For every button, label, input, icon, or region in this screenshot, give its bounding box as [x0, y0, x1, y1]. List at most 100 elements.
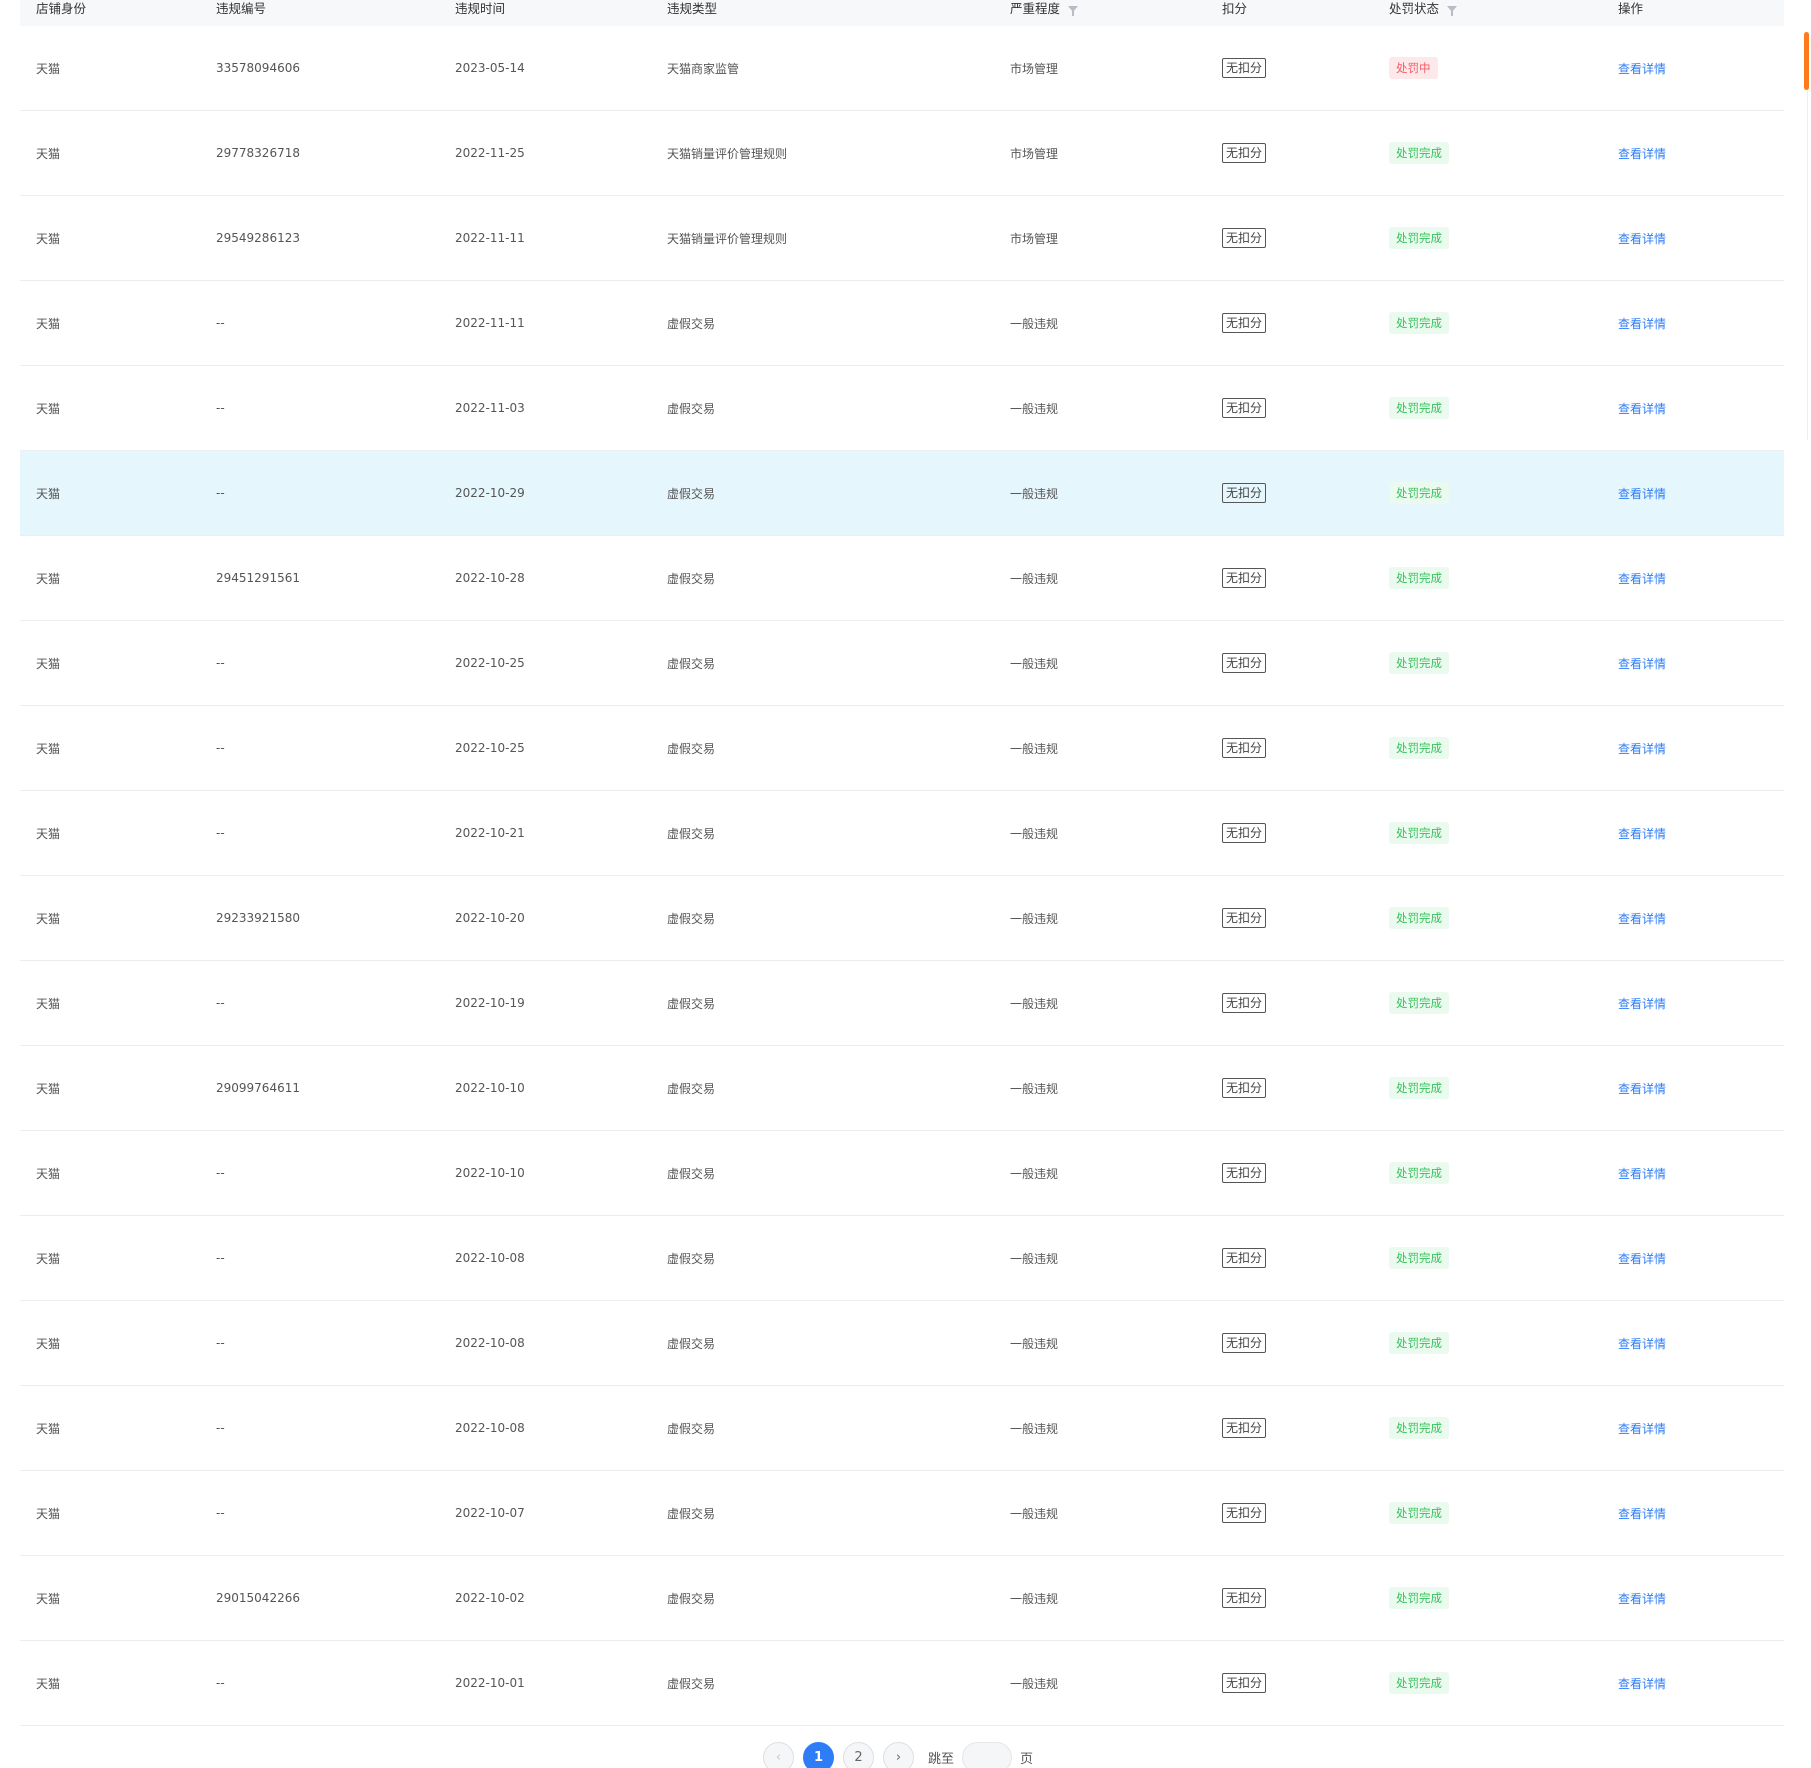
table-row: 天猫 -- 2022-10-08 虚假交易 一般违规 无扣分 处罚完成 查看详情 — [20, 1216, 1784, 1301]
page-1-button[interactable]: 1 — [803, 1741, 834, 1768]
view-details-link[interactable]: 查看详情 — [1618, 742, 1666, 756]
points-tag: 无扣分 — [1222, 1248, 1267, 1268]
status-badge: 处罚完成 — [1389, 907, 1449, 929]
view-details-link[interactable]: 查看详情 — [1618, 487, 1666, 501]
violation-type-text: 虚假交易 — [667, 1251, 716, 1266]
points-tag: 无扣分 — [1222, 993, 1267, 1013]
violation-date-cell: 2022-10-07 — [439, 1506, 651, 1520]
action-cell: 查看详情 — [1602, 825, 1784, 842]
violation-id-cell: 29778326718 — [200, 146, 439, 160]
status-cell: 处罚完成 — [1373, 312, 1602, 334]
view-details-link[interactable]: 查看详情 — [1618, 1337, 1666, 1351]
violation-id-text: -- — [216, 656, 225, 670]
store-identity-cell: 天猫 — [20, 1420, 200, 1437]
points-cell: 无扣分 — [1206, 143, 1373, 163]
violation-type-cell: 虚假交易 — [651, 1590, 994, 1607]
status-cell: 处罚完成 — [1373, 1332, 1602, 1354]
view-details-link[interactable]: 查看详情 — [1618, 62, 1666, 76]
store-identity-cell: 天猫 — [20, 740, 200, 757]
store-identity-cell: 天猫 — [20, 825, 200, 842]
severity-cell: 一般违规 — [994, 1420, 1206, 1437]
violation-type-text: 虚假交易 — [667, 316, 716, 331]
severity-text: 一般违规 — [1010, 486, 1059, 501]
status-badge: 处罚完成 — [1389, 992, 1449, 1014]
status-badge: 处罚完成 — [1389, 1587, 1449, 1609]
violation-id-cell: -- — [200, 486, 439, 500]
column-header: 店铺身份 — [20, 0, 200, 16]
vertical-scrollbar[interactable] — [1803, 0, 1811, 1768]
filter-icon[interactable] — [1447, 5, 1458, 16]
column-header-label: 严重程度 — [1010, 1, 1061, 16]
view-details-link[interactable]: 查看详情 — [1618, 1422, 1666, 1436]
filter-icon[interactable] — [1068, 5, 1079, 16]
status-badge: 处罚完成 — [1389, 652, 1449, 674]
view-details-link[interactable]: 查看详情 — [1618, 1677, 1666, 1691]
violation-type-text: 虚假交易 — [667, 401, 716, 416]
store-identity-cell: 天猫 — [20, 1335, 200, 1352]
violation-id-text: -- — [216, 1421, 225, 1435]
view-details-link[interactable]: 查看详情 — [1618, 1167, 1666, 1181]
violation-type-cell: 天猫商家监管 — [651, 60, 994, 77]
status-cell: 处罚完成 — [1373, 482, 1602, 504]
prev-page-button[interactable]: ‹ — [763, 1741, 794, 1768]
view-details-link[interactable]: 查看详情 — [1618, 1592, 1666, 1606]
view-details-link[interactable]: 查看详情 — [1618, 912, 1666, 926]
violation-date-cell: 2022-10-20 — [439, 911, 651, 925]
jump-label: 跳至 — [928, 1751, 955, 1767]
scroll-thumb[interactable] — [1804, 32, 1809, 90]
points-cell: 无扣分 — [1206, 1333, 1373, 1353]
view-details-link[interactable]: 查看详情 — [1618, 827, 1666, 841]
severity-text: 市场管理 — [1010, 231, 1059, 246]
column-header-label: 违规时间 — [455, 1, 506, 16]
store-identity-cell: 天猫 — [20, 485, 200, 502]
points-tag: 无扣分 — [1222, 1418, 1267, 1438]
violation-id-text: -- — [216, 316, 225, 330]
action-cell: 查看详情 — [1602, 315, 1784, 332]
view-details-link[interactable]: 查看详情 — [1618, 1082, 1666, 1096]
store-identity-text: 天猫 — [36, 231, 61, 246]
store-identity-text: 天猫 — [36, 1081, 61, 1096]
store-identity-cell: 天猫 — [20, 60, 200, 77]
status-badge: 处罚完成 — [1389, 142, 1449, 164]
view-details-link[interactable]: 查看详情 — [1618, 997, 1666, 1011]
view-details-link[interactable]: 查看详情 — [1618, 572, 1666, 586]
view-details-link[interactable]: 查看详情 — [1618, 1252, 1666, 1266]
store-identity-text: 天猫 — [36, 826, 61, 841]
column-header: 违规时间 — [439, 0, 651, 16]
table-row: 天猫 29451291561 2022-10-28 虚假交易 一般违规 无扣分 处罚完成 查看… — [20, 536, 1784, 621]
severity-text: 一般违规 — [1010, 911, 1059, 926]
view-details-link[interactable]: 查看详情 — [1618, 147, 1666, 161]
action-cell: 查看详情 — [1602, 1420, 1784, 1437]
severity-cell: 一般违规 — [994, 570, 1206, 587]
view-details-link[interactable]: 查看详情 — [1618, 402, 1666, 416]
view-details-link[interactable]: 查看详情 — [1618, 317, 1666, 331]
violation-type-cell: 虚假交易 — [651, 1250, 994, 1267]
severity-cell: 一般违规 — [994, 1080, 1206, 1097]
table-row: 天猫 -- 2022-10-25 虚假交易 一般违规 无扣分 处罚完成 查看详情 — [20, 621, 1784, 706]
violation-date-cell: 2022-11-25 — [439, 146, 651, 160]
status-cell: 处罚完成 — [1373, 737, 1602, 759]
jump-page-input[interactable] — [962, 1741, 1013, 1768]
page-2-button[interactable]: 2 — [843, 1741, 874, 1768]
severity-text: 一般违规 — [1010, 1676, 1059, 1691]
points-cell: 无扣分 — [1206, 738, 1373, 758]
view-details-link[interactable]: 查看详情 — [1618, 657, 1666, 671]
violation-date-text: 2022-10-07 — [455, 1506, 525, 1520]
store-identity-cell: 天猫 — [20, 910, 200, 927]
table-header: 店铺身份 违规编号 违规时间 违规类型 严重程度 扣分 处罚状态 操作 — [20, 0, 1784, 26]
view-details-link[interactable]: 查看详情 — [1618, 232, 1666, 246]
next-page-button[interactable]: › — [883, 1741, 914, 1768]
action-cell: 查看详情 — [1602, 910, 1784, 927]
violation-type-text: 虚假交易 — [667, 656, 716, 671]
status-cell: 处罚中 — [1373, 57, 1602, 79]
status-cell: 处罚完成 — [1373, 652, 1602, 674]
violation-id-text: -- — [216, 1251, 225, 1265]
severity-cell: 一般违规 — [994, 315, 1206, 332]
severity-text: 一般违规 — [1010, 1506, 1059, 1521]
violation-id-text: 29099764611 — [216, 1081, 300, 1095]
severity-cell: 市场管理 — [994, 230, 1206, 247]
view-details-link[interactable]: 查看详情 — [1618, 1507, 1666, 1521]
severity-text: 一般违规 — [1010, 656, 1059, 671]
points-cell: 无扣分 — [1206, 993, 1373, 1013]
status-cell: 处罚完成 — [1373, 1077, 1602, 1099]
